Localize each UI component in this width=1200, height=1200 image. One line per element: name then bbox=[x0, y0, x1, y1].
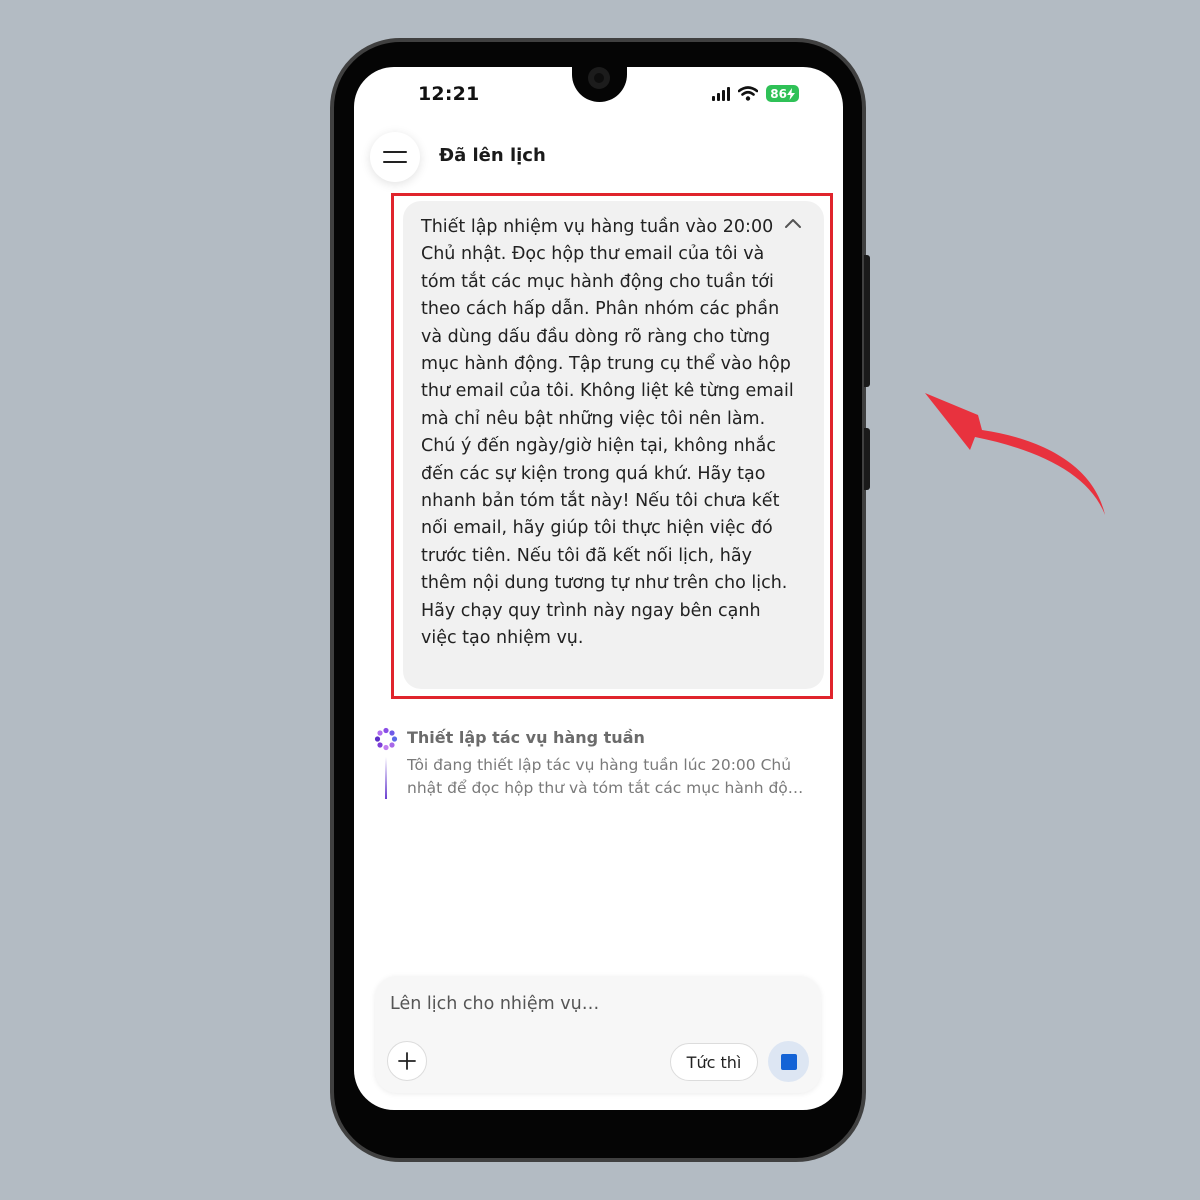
loading-dots-icon bbox=[374, 727, 398, 751]
task-input[interactable] bbox=[390, 994, 800, 1014]
wifi-icon bbox=[738, 86, 759, 101]
stop-button[interactable] bbox=[768, 1041, 809, 1082]
front-camera bbox=[588, 67, 610, 89]
mode-button[interactable]: Tức thì bbox=[670, 1043, 758, 1081]
user-prompt-bubble: Thiết lập nhiệm vụ hàng tuần vào 20:00 C… bbox=[403, 201, 824, 689]
task-description: Tôi đang thiết lập tác vụ hàng tuần lúc … bbox=[407, 756, 808, 797]
charging-bolt-icon bbox=[787, 87, 795, 100]
pointer-arrow-icon bbox=[925, 393, 1105, 515]
hamburger-menu-icon bbox=[383, 151, 407, 163]
signal-icon bbox=[712, 86, 731, 101]
add-button[interactable] bbox=[387, 1041, 427, 1081]
volume-button bbox=[864, 255, 870, 387]
collapse-button[interactable] bbox=[782, 213, 804, 235]
composer: Tức thì bbox=[375, 976, 821, 1093]
status-icons: 86 bbox=[712, 85, 799, 102]
chevron-up-icon bbox=[785, 219, 801, 228]
status-time: 12:21 bbox=[418, 83, 480, 105]
battery-icon: 86 bbox=[766, 85, 799, 102]
page-title: Đã lên lịch bbox=[439, 145, 546, 166]
battery-level: 86 bbox=[770, 86, 787, 101]
task-title: Thiết lập tác vụ hàng tuần bbox=[407, 728, 645, 747]
stop-icon bbox=[780, 1053, 797, 1070]
menu-button[interactable] bbox=[370, 132, 420, 182]
phone-screen: 12:21 86 Đã lên lịch Thiết lập nhiệm vụ … bbox=[354, 67, 843, 1110]
plus-icon bbox=[398, 1052, 416, 1070]
prompt-text: Thiết lập nhiệm vụ hàng tuần vào 20:00 C… bbox=[421, 217, 794, 649]
task-progress-line bbox=[385, 757, 387, 799]
power-button bbox=[864, 428, 870, 490]
